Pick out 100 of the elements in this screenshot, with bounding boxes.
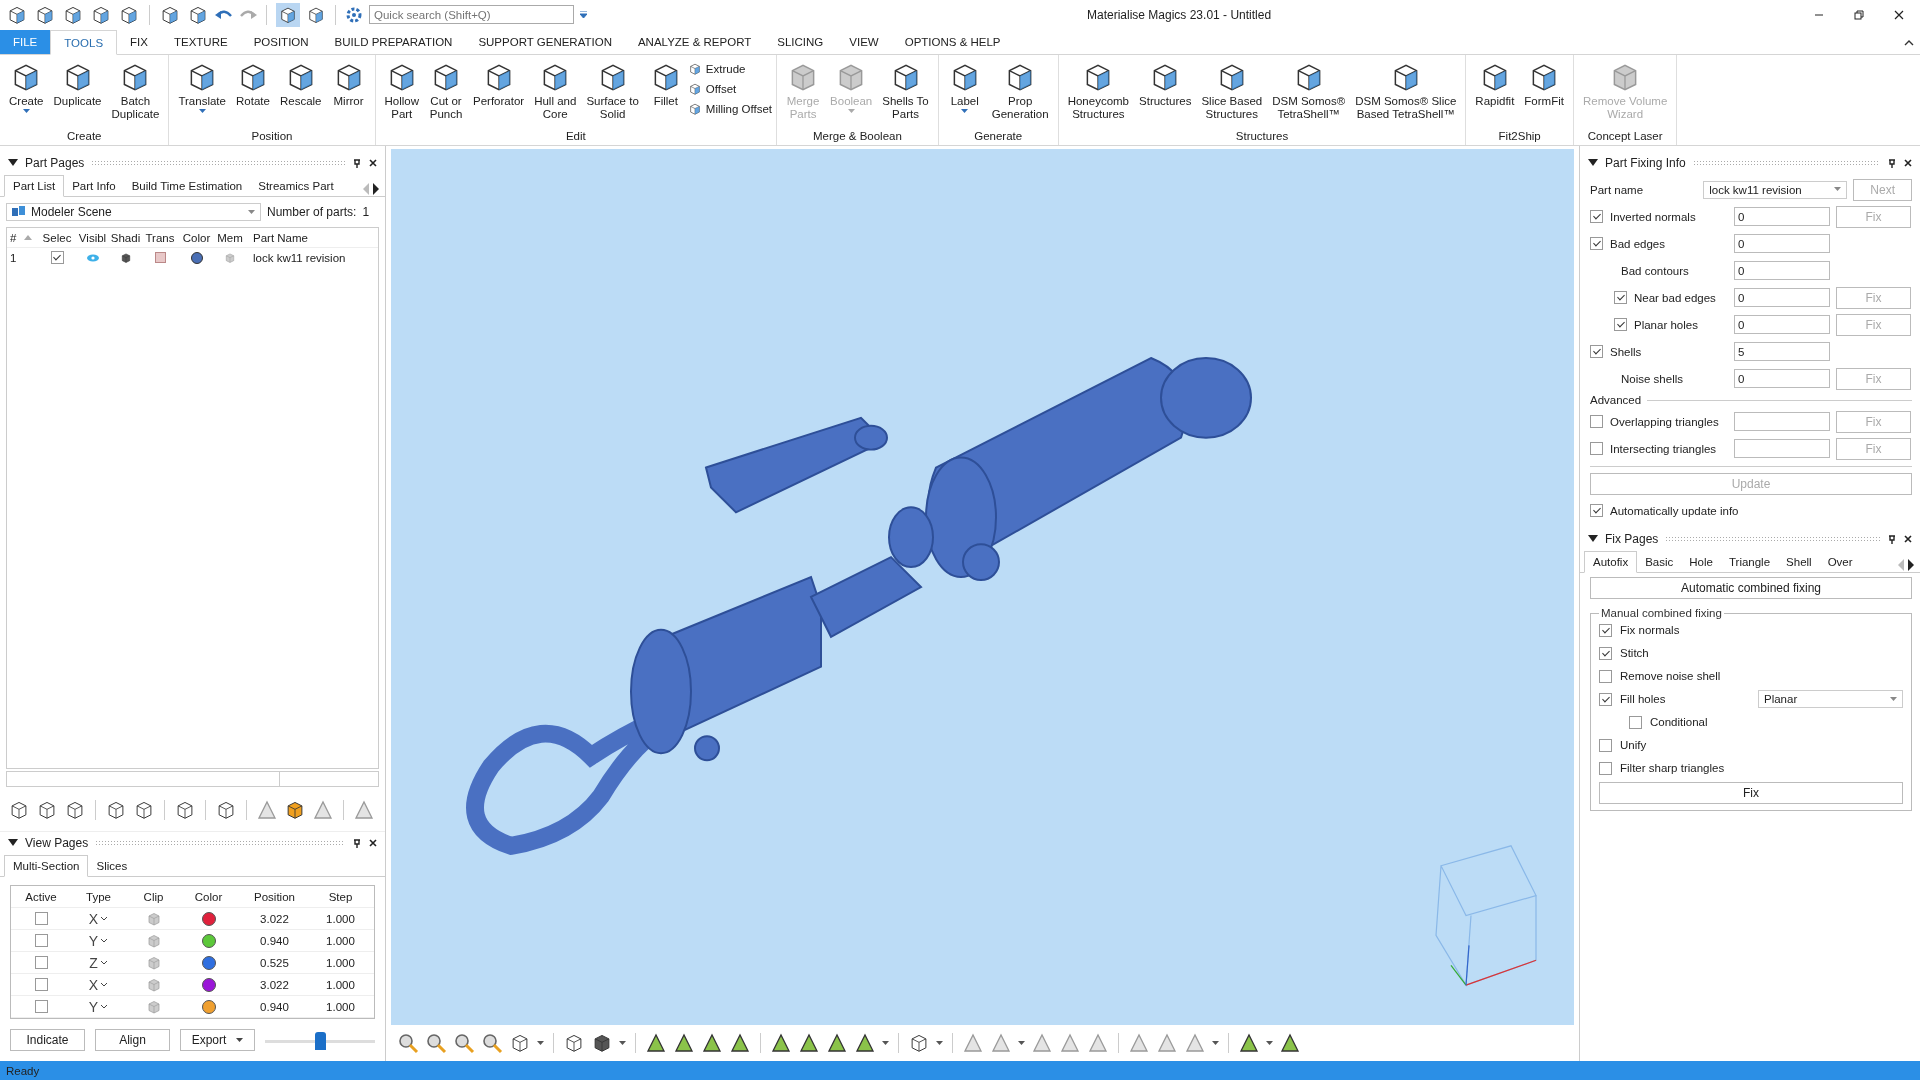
checkbox[interactable] — [34, 956, 48, 969]
ribbon-tab[interactable]: TEXTURE — [160, 30, 241, 54]
3d-viewport[interactable] — [391, 149, 1574, 1025]
column-header[interactable]: # — [7, 231, 24, 244]
collapse-icon[interactable] — [1588, 159, 1598, 167]
ribbon-button[interactable]: Translate — [173, 58, 231, 116]
panel-tab[interactable]: Build Time Estimation — [123, 176, 251, 196]
triangle-icon[interactable] — [729, 1032, 751, 1054]
triangle-icon[interactable] — [701, 1032, 723, 1054]
column-header[interactable]: Shadi — [109, 231, 142, 244]
color-dot[interactable] — [201, 933, 216, 948]
triangle-icon[interactable] — [798, 1032, 820, 1054]
ribbon-button[interactable]: Mirror — [326, 58, 371, 110]
ribbon-tab[interactable]: VIEW — [836, 30, 892, 54]
ribbon-button[interactable]: Slice Based Structures — [1196, 58, 1268, 123]
ribbon-button[interactable]: Rescale — [274, 58, 327, 110]
color-dot[interactable] — [201, 977, 216, 992]
ribbon-button[interactable]: Shells To Parts — [877, 58, 934, 123]
fix-button[interactable]: Fix — [1599, 782, 1903, 804]
column-header[interactable]: Trans — [142, 231, 178, 244]
checkbox[interactable] — [1590, 504, 1603, 517]
magnifier-icon[interactable] — [425, 1032, 447, 1054]
ribbon-button[interactable]: Rapidfit — [1470, 58, 1520, 110]
panel-tab[interactable]: Triangle — [1720, 552, 1779, 572]
ribbon-button[interactable]: Batch Duplicate — [106, 58, 165, 123]
color-dot[interactable] — [190, 251, 203, 264]
ribbon-tab[interactable]: POSITION — [240, 30, 322, 54]
checkbox[interactable] — [1599, 623, 1612, 637]
ribbon-button[interactable]: Structures — [1134, 58, 1197, 110]
checkbox[interactable] — [1614, 318, 1627, 331]
caret-icon[interactable] — [1266, 1040, 1273, 1046]
pin-icon[interactable] — [1887, 534, 1897, 544]
ribbon-tab[interactable]: BUILD PREPARATION — [321, 30, 466, 54]
checkbox[interactable] — [1629, 715, 1642, 729]
triangle-icon[interactable] — [826, 1032, 848, 1054]
ribbon-button[interactable]: DSM Somos® Slice Based TetraShell™ — [1350, 58, 1462, 123]
ribbon-button[interactable]: Offset — [687, 80, 773, 98]
scroll-right-icon[interactable] — [1906, 558, 1916, 572]
customize-icon[interactable] — [580, 10, 587, 19]
part-name-dropdown[interactable]: lock kw11 revision — [1703, 180, 1848, 199]
caret-icon[interactable] — [1212, 1040, 1219, 1046]
ribbon-button[interactable]: Honeycomb Structures — [1062, 58, 1135, 123]
count-field[interactable] — [1734, 412, 1830, 431]
caret-icon[interactable] — [619, 1040, 626, 1046]
slider-thumb[interactable] — [315, 1032, 326, 1050]
pin-icon[interactable] — [1887, 158, 1897, 168]
pin-icon[interactable] — [352, 838, 362, 848]
ribbon-button[interactable]: Create — [4, 58, 49, 116]
checkbox[interactable] — [34, 912, 48, 925]
count-field[interactable] — [1734, 439, 1830, 458]
color-dot[interactable] — [201, 911, 216, 926]
checkbox[interactable] — [1590, 345, 1603, 358]
checkbox[interactable] — [50, 251, 64, 264]
slider[interactable] — [265, 1030, 375, 1050]
ribbon-button[interactable]: Duplicate — [48, 58, 107, 110]
checkbox[interactable] — [1590, 415, 1603, 428]
magnifier-icon[interactable] — [481, 1032, 503, 1054]
count-field[interactable]: 0 — [1734, 369, 1830, 388]
ribbon-button[interactable]: Surface to Solid — [581, 58, 644, 123]
column-header[interactable]: Mem — [215, 231, 245, 244]
caret-icon[interactable] — [537, 1040, 544, 1046]
collapse-icon[interactable] — [1588, 535, 1598, 543]
count-field[interactable]: 5 — [1734, 342, 1830, 361]
triangle-icon[interactable] — [770, 1032, 792, 1054]
checkbox[interactable] — [1599, 669, 1612, 683]
axis-dropdown[interactable]: X — [88, 910, 109, 927]
ribbon-button[interactable]: Rotate — [230, 58, 275, 110]
settings-icon[interactable] — [345, 5, 363, 24]
scene-dropdown[interactable]: Modeler Scene — [6, 203, 261, 221]
caret-icon[interactable] — [882, 1040, 889, 1046]
triangle-icon[interactable] — [1279, 1032, 1301, 1054]
color-dot[interactable] — [201, 955, 216, 970]
checkbox[interactable] — [1599, 761, 1612, 775]
column-header[interactable]: Part Name — [245, 231, 378, 244]
count-field[interactable]: 0 — [1734, 234, 1830, 253]
checkbox[interactable] — [34, 934, 48, 947]
checkbox[interactable] — [1599, 692, 1612, 706]
panel-tab[interactable]: Shell — [1778, 552, 1820, 572]
panel-tab[interactable]: Multi-Section — [4, 855, 89, 877]
close-icon[interactable] — [1904, 535, 1912, 543]
checkbox[interactable] — [34, 1000, 48, 1013]
checkbox[interactable] — [1590, 237, 1603, 250]
ribbon-button[interactable]: Perforator — [468, 58, 530, 110]
collapse-icon[interactable] — [8, 839, 18, 847]
ribbon-tab[interactable]: SUPPORT GENERATION — [465, 30, 625, 54]
ribbon-button[interactable]: Extrude — [687, 60, 773, 78]
transparency-icon[interactable] — [154, 252, 166, 263]
scroll-right-icon[interactable] — [371, 182, 381, 196]
panel-tab[interactable]: Streamics Part — [250, 176, 342, 196]
ribbon-button[interactable]: FormFit — [1519, 58, 1569, 110]
panel-tab[interactable]: Part Info — [64, 176, 124, 196]
caret-icon[interactable] — [936, 1040, 943, 1046]
checkbox[interactable] — [1599, 738, 1612, 752]
search-field[interactable]: Quick search (Shift+Q) — [369, 5, 574, 24]
action-button[interactable]: Align — [95, 1029, 170, 1051]
close-icon[interactable] — [369, 159, 377, 167]
axis-dropdown[interactable]: X — [88, 976, 109, 993]
collapse-icon[interactable] — [8, 159, 18, 167]
triangle-icon[interactable] — [645, 1032, 667, 1054]
ribbon-tab[interactable]: OPTIONS & HELP — [891, 30, 1014, 54]
